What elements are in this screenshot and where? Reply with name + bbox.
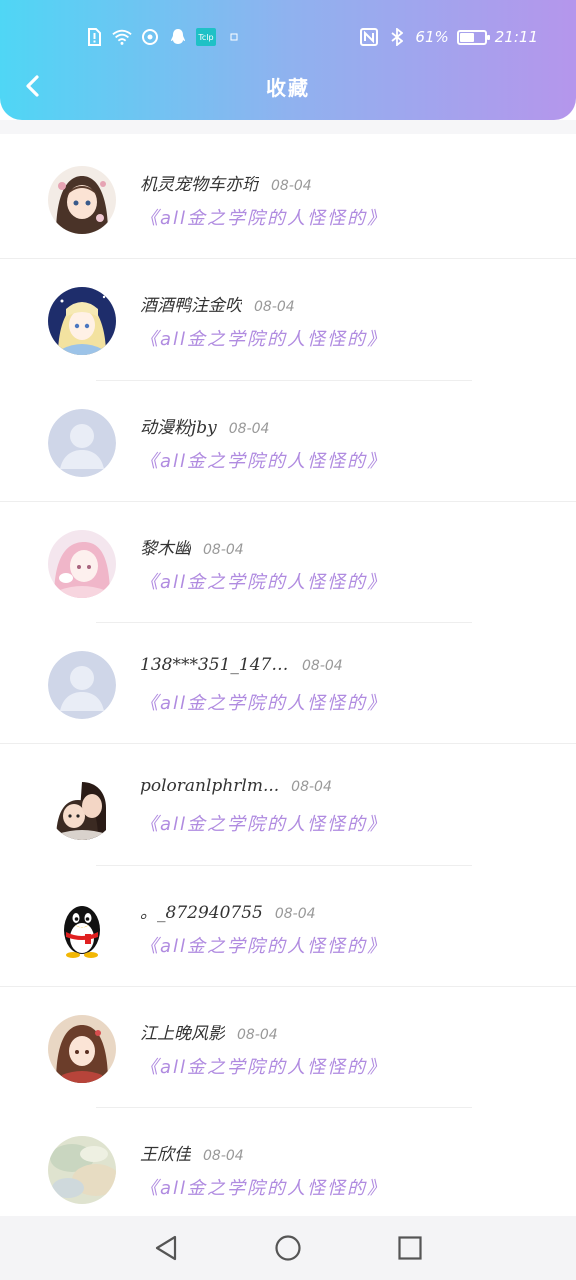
item-date: 08-04 bbox=[302, 658, 343, 675]
avatar[interactable] bbox=[48, 529, 116, 598]
list-item[interactable]: 138***351_1475... 08-04 《all金之学院的人怪怪的》 bbox=[0, 623, 576, 745]
avatar[interactable] bbox=[48, 1015, 116, 1084]
item-header: 动漫粉jby 08-04 bbox=[140, 413, 269, 438]
book-title-link[interactable]: 《all金之学院的人怪怪的》 bbox=[140, 810, 387, 836]
status-bar-left: Tclp bbox=[84, 22, 244, 52]
user-name[interactable]: 动漫粉jby bbox=[140, 413, 217, 438]
item-date: 08-04 bbox=[254, 299, 295, 316]
item-header: 黎木幽 08-04 bbox=[140, 534, 244, 559]
book-title-link[interactable]: 《all金之学院的人怪怪的》 bbox=[140, 1174, 387, 1200]
list-item[interactable]: 江上晚风影 08-04 《all金之学院的人怪怪的》 bbox=[0, 987, 576, 1109]
nav-recent-button[interactable] bbox=[394, 1232, 426, 1264]
nav-bar: 收藏 bbox=[0, 60, 576, 112]
item-date: 08-04 bbox=[228, 420, 270, 437]
item-header: 酒酒鸭注金吹 08-04 bbox=[140, 291, 295, 316]
list-item[interactable]: poloranlphrlm... 08-04 《all金之学院的人怪怪的》 bbox=[0, 744, 576, 866]
list-item[interactable]: 酒酒鸭注金吹 08-04 《all金之学院的人怪怪的》 bbox=[0, 259, 576, 381]
header: Tclp 61% 21:11 收藏 bbox=[0, 0, 576, 120]
page-title: 收藏 bbox=[266, 76, 310, 100]
item-header: 机灵宠物车亦珩 08-04 bbox=[140, 170, 312, 195]
qq-notification-icon bbox=[168, 27, 188, 47]
item-date: 08-04 bbox=[203, 541, 244, 558]
favorites-list[interactable]: 机灵宠物车亦珩 08-04 《all金之学院的人怪怪的》 酒酒鸭注金吹 08-04 《al… bbox=[0, 138, 576, 1216]
wifi-icon bbox=[112, 27, 132, 47]
user-name[interactable]: 江上晚风影 bbox=[140, 1019, 225, 1044]
item-date: 08-04 bbox=[237, 1027, 278, 1044]
avatar[interactable] bbox=[48, 408, 116, 477]
user-name[interactable]: 。_872940755 bbox=[140, 898, 263, 923]
user-name[interactable]: 机灵宠物车亦珩 bbox=[140, 170, 259, 195]
item-date: 08-04 bbox=[271, 178, 312, 194]
sync-app-icon bbox=[140, 27, 160, 47]
nav-back-button[interactable] bbox=[150, 1232, 182, 1264]
item-date: 08-04 bbox=[203, 1148, 244, 1165]
bluetooth-icon bbox=[387, 27, 407, 47]
book-title-link[interactable]: 《all金之学院的人怪怪的》 bbox=[140, 325, 387, 351]
avatar[interactable] bbox=[48, 166, 116, 234]
avatar[interactable] bbox=[48, 287, 116, 356]
book-title-link[interactable]: 《all金之学院的人怪怪的》 bbox=[140, 932, 387, 958]
user-name[interactable]: 酒酒鸭注金吹 bbox=[140, 291, 242, 316]
list-item[interactable]: 动漫粉jby 08-04 《all金之学院的人怪怪的》 bbox=[0, 381, 576, 502]
user-name[interactable]: 138***351_1475... bbox=[140, 655, 290, 675]
user-name[interactable]: poloranlphrlm... bbox=[140, 776, 279, 796]
avatar[interactable] bbox=[48, 893, 116, 962]
app-tag-icon: Tclp bbox=[196, 28, 216, 46]
clock: 21:11 bbox=[494, 28, 538, 46]
item-date: 08-04 bbox=[274, 905, 316, 922]
avatar[interactable] bbox=[48, 651, 116, 720]
circle-home-icon bbox=[275, 1235, 301, 1261]
nav-home-button[interactable] bbox=[272, 1232, 304, 1264]
book-title-link[interactable]: 《all金之学院的人怪怪的》 bbox=[140, 447, 387, 473]
battery-percent: 61% bbox=[415, 28, 449, 46]
item-header: poloranlphrlm... 08-04 bbox=[140, 776, 332, 796]
battery-fill bbox=[459, 32, 475, 42]
status-bar: Tclp 61% 21:11 bbox=[0, 22, 576, 52]
header-gap bbox=[0, 120, 576, 134]
status-bar-right: 61% 21:11 bbox=[359, 22, 538, 52]
book-title-link[interactable]: 《all金之学院的人怪怪的》 bbox=[140, 568, 387, 594]
system-nav-bar bbox=[0, 1216, 576, 1280]
item-header: 王欣佳 08-04 bbox=[140, 1140, 244, 1165]
battery-icon bbox=[456, 29, 490, 45]
list-item[interactable]: 。_872940755 08-04 《all金之学院的人怪怪的》 bbox=[0, 866, 576, 988]
list-item[interactable]: 王欣佳 08-04 《all金之学院的人怪怪的》 bbox=[0, 1108, 576, 1216]
list-item[interactable]: 黎木幽 08-04 《all金之学院的人怪怪的》 bbox=[0, 502, 576, 624]
item-header: 138***351_1475... 08-04 bbox=[140, 655, 343, 675]
square-recent-icon bbox=[398, 1236, 422, 1260]
item-header: 江上晚风影 08-04 bbox=[140, 1019, 278, 1044]
list-item[interactable]: 机灵宠物车亦珩 08-04 《all金之学院的人怪怪的》 bbox=[0, 138, 576, 260]
item-date: 08-04 bbox=[291, 779, 332, 796]
triangle-back-icon bbox=[155, 1235, 177, 1261]
user-name[interactable]: 黎木幽 bbox=[140, 534, 191, 559]
book-title-link[interactable]: 《all金之学院的人怪怪的》 bbox=[140, 689, 387, 715]
avatar[interactable] bbox=[48, 1136, 116, 1205]
small-notification-icon bbox=[224, 27, 244, 47]
user-name[interactable]: 王欣佳 bbox=[140, 1140, 191, 1165]
item-header: 。_872940755 08-04 bbox=[140, 898, 316, 923]
book-title-link[interactable]: 《all金之学院的人怪怪的》 bbox=[140, 1053, 387, 1079]
book-title-link[interactable]: 《all金之学院的人怪怪的》 bbox=[140, 204, 387, 230]
avatar[interactable] bbox=[48, 772, 116, 841]
sim-alert-icon bbox=[84, 27, 104, 47]
nfc-icon bbox=[359, 27, 379, 47]
